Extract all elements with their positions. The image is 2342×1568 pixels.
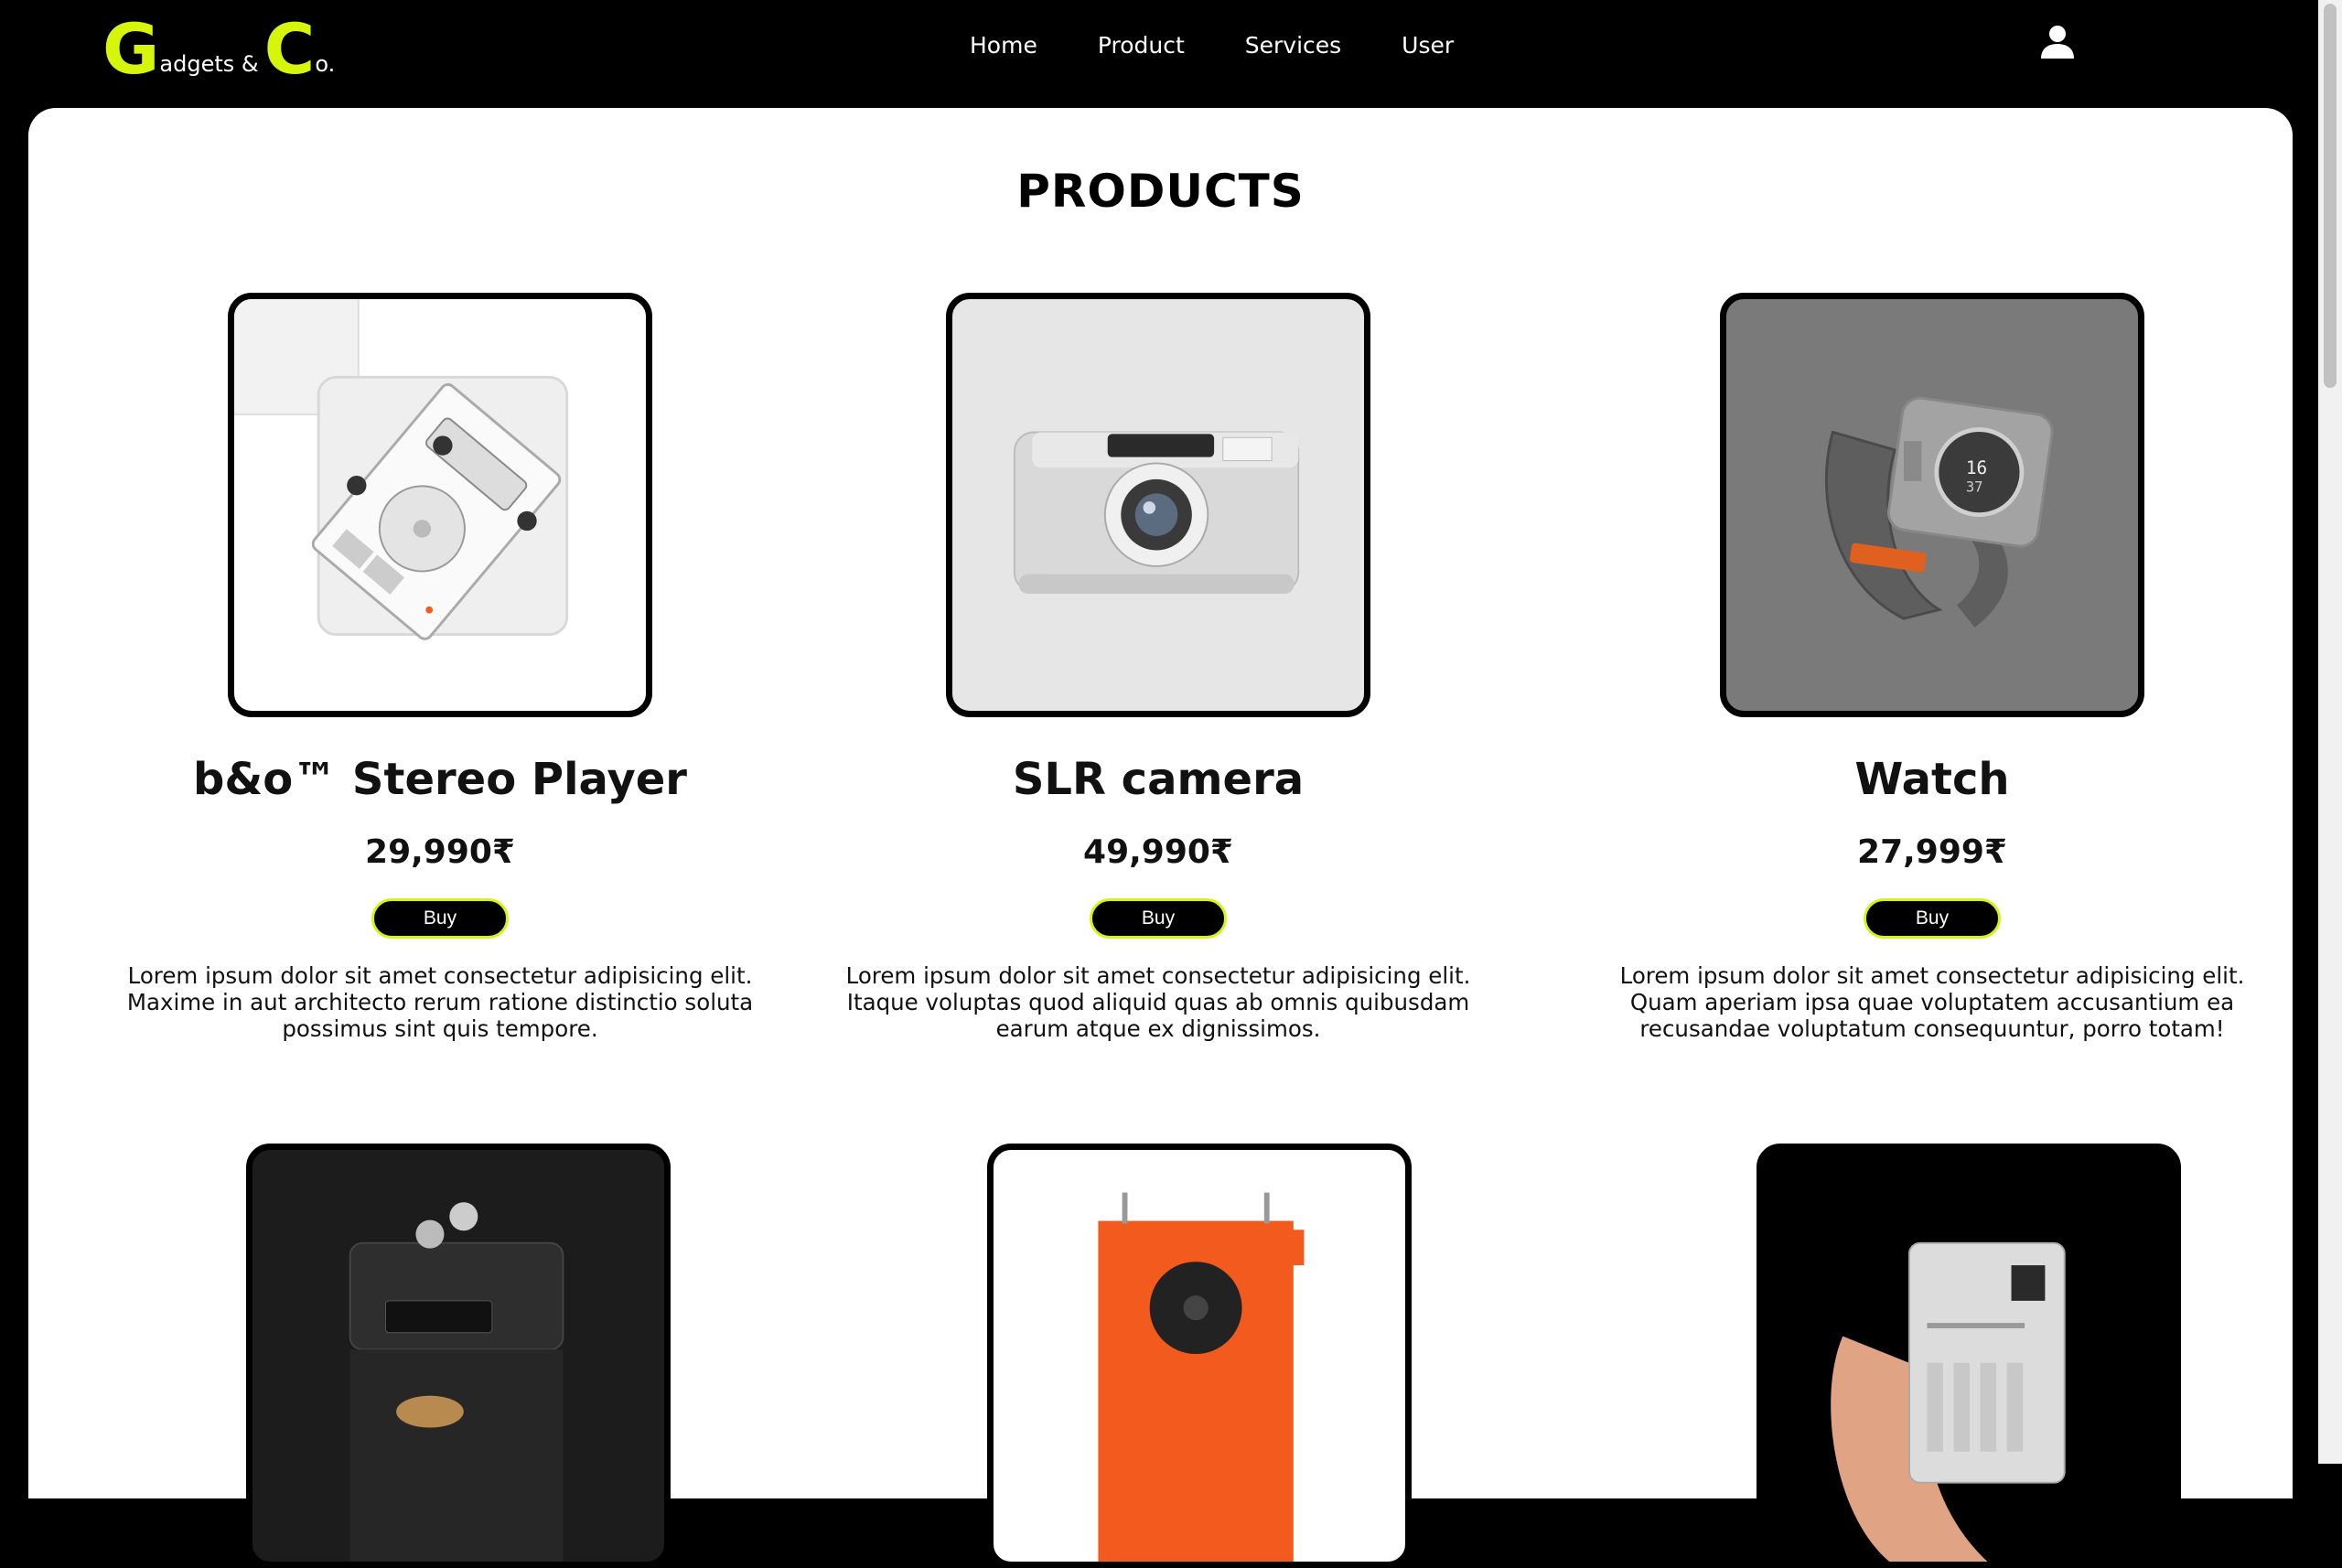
top-navbar: G adgets & C o. Home Product Services Us… [0,0,2318,110]
product-description: Lorem ipsum dolor sit amet consectetur a… [1619,962,2245,1042]
stereo-player-illustration [234,299,569,640]
product-card-slr-camera: SLR camera 49,990₹ Buy Lorem ipsum dolor… [811,293,1506,1042]
product-description: Lorem ipsum dolor sit amet consectetur a… [126,962,754,1042]
logo-letter-g: G [102,8,159,90]
product-image-watch[interactable]: 16 37 [1720,293,2144,717]
svg-text:16: 16 [1966,457,1987,478]
product-card-pc-case [811,1144,1506,1568]
user-icon[interactable] [2038,24,2077,62]
product-price: 49,990₹ [1083,833,1233,871]
product-image-coffee-machine[interactable] [246,1144,671,1568]
pc-case-illustration [1098,1192,1305,1562]
product-image-mixer[interactable] [1756,1144,2181,1568]
brand-logo[interactable]: G adgets & C o. [102,13,340,86]
products-panel: PRODUCTS b&o™ Stereo Player 29,990₹ Buy … [28,108,2293,1568]
buy-button[interactable]: Buy [1090,898,1227,939]
product-price: 29,990₹ [365,833,515,871]
watch-illustration: 16 37 [1824,396,2054,628]
buy-button[interactable]: Buy [1864,898,2001,939]
product-card-mixer [1585,1144,2280,1568]
nav-link-product[interactable]: Product [1098,29,1185,62]
product-card-stereo-player: b&o™ Stereo Player 29,990₹ Buy Lorem ips… [92,293,788,1042]
product-price: 27,999₹ [1857,833,2007,871]
nav-link-user[interactable]: User [1402,29,1454,62]
main-nav: Home Product Services User [970,29,1454,62]
product-image-slr-camera[interactable] [946,293,1370,717]
logo-word-o: o. [315,51,336,77]
product-title: Watch [1854,754,2010,805]
camera-illustration [1013,431,1300,594]
product-image-stereo-player[interactable] [228,293,652,717]
mixer-illustration [1831,1241,2066,1562]
logo-word-adgets: adgets & [159,51,259,77]
product-title: SLR camera [1012,754,1305,805]
logo-letter-c: C [263,8,316,90]
nav-link-services[interactable]: Services [1245,29,1341,62]
scrollbar-thumb[interactable] [2324,4,2337,388]
product-card-coffee-machine [92,1144,788,1568]
page-title: PRODUCTS [1016,165,1305,218]
product-card-watch: 16 37 Watch 27,999₹ Buy Lorem ipsum dolo… [1585,293,2280,1042]
coffee-machine-illustration [349,1202,564,1562]
product-description: Lorem ipsum dolor sit amet consectetur a… [845,962,1471,1042]
page-scrollbar[interactable] [2318,0,2342,1464]
product-image-pc-case[interactable] [987,1144,1412,1568]
svg-text:37: 37 [1966,478,1983,495]
product-title: b&o™ Stereo Player [193,754,687,805]
nav-link-home[interactable]: Home [970,29,1037,62]
buy-button[interactable]: Buy [371,898,509,939]
